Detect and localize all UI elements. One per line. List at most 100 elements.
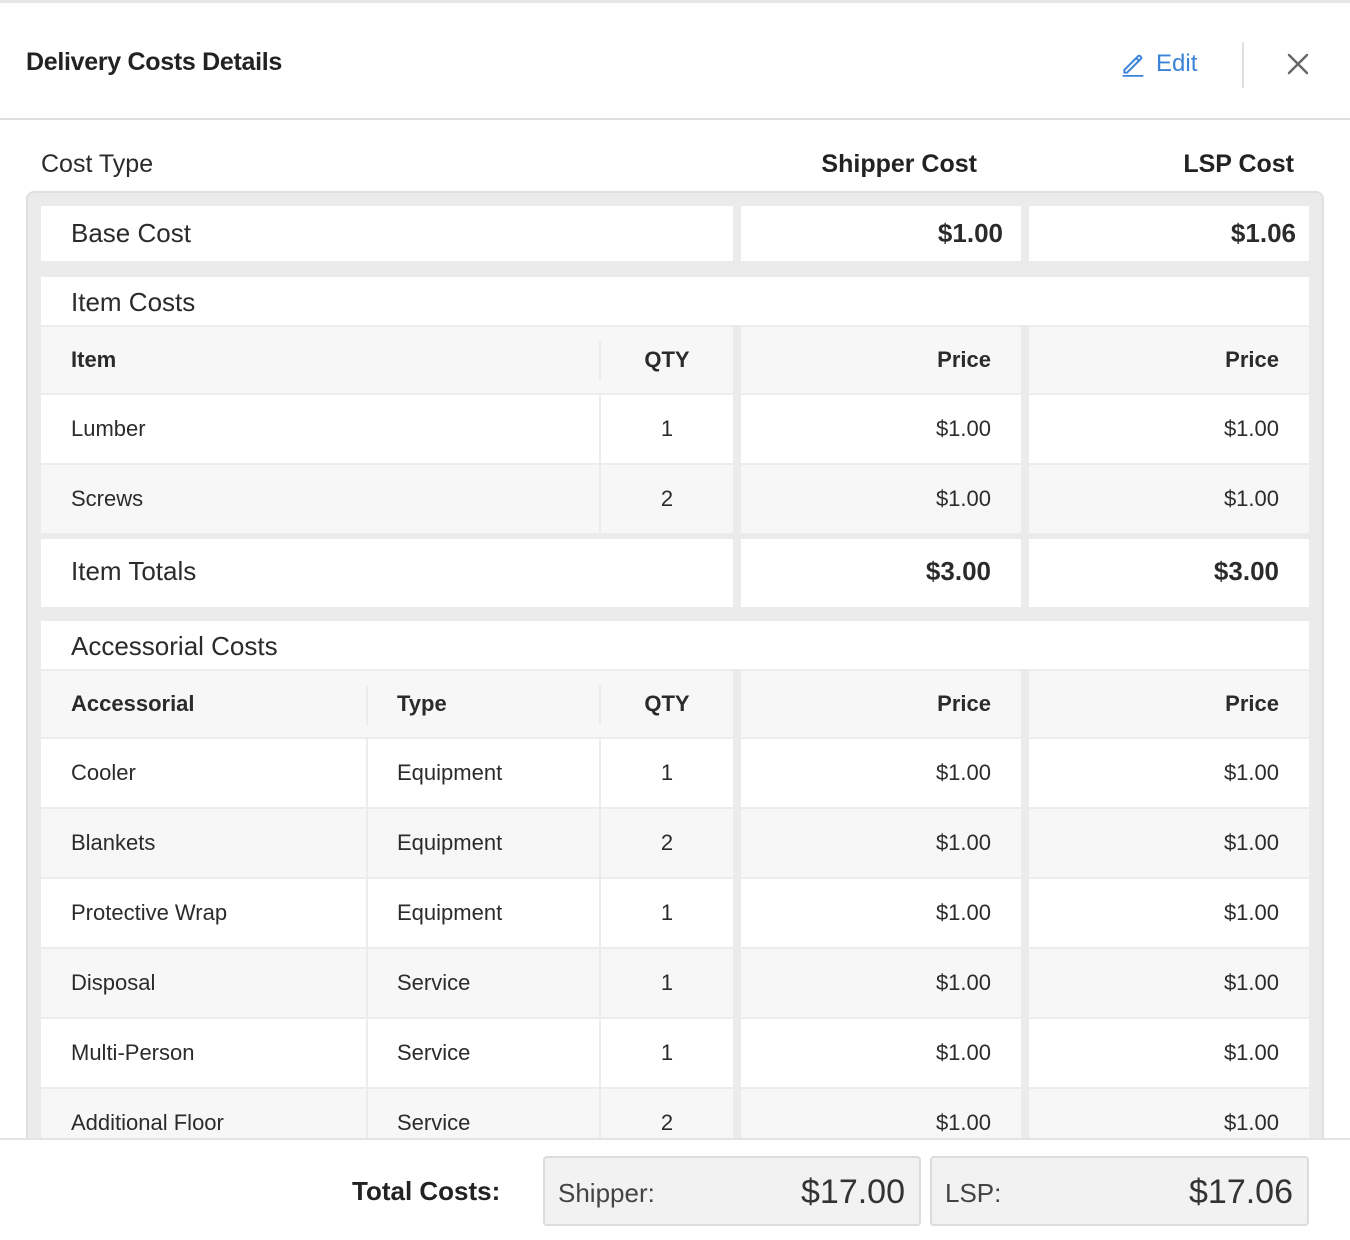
- accessorial-lsp-price: $1.00: [1223, 900, 1279, 925]
- totals-footer: Total Costs: Shipper: $17.00 LSP: $17.06: [0, 1138, 1350, 1240]
- accessorial-header: Accessorial: [71, 691, 195, 716]
- total-costs-label: Total Costs:: [352, 1176, 501, 1206]
- item-shipper-price: $1.00: [935, 416, 991, 441]
- base-cost-lsp-value: $1.06: [1230, 218, 1296, 248]
- lsp-cost-header: LSP Cost: [1183, 150, 1294, 178]
- cost-type-header: Cost Type: [41, 150, 154, 178]
- pencil-icon: [1122, 54, 1144, 77]
- item-totals-shipper: $3.00: [925, 555, 991, 586]
- item-costs-title: Item Costs: [71, 287, 196, 317]
- table-row: Lumber 1 $1.00 $1.00: [41, 395, 1309, 465]
- accessorial-type: Equipment: [397, 830, 503, 855]
- lsp-total-value: $17.06: [1189, 1173, 1293, 1211]
- table-row: Disposal Service 1 $1.00 $1.00: [41, 949, 1309, 1019]
- item-name: Lumber: [71, 416, 146, 441]
- column-gutter: [1021, 669, 1029, 1138]
- totals-divider: [41, 535, 1309, 539]
- type-header: Type: [397, 691, 447, 716]
- qty-header: QTY: [644, 347, 690, 372]
- table-row: Blankets Equipment 2 $1.00 $1.00: [41, 809, 1309, 879]
- base-cost-shipper-value: $1.00: [937, 218, 1003, 248]
- accessorial-shipper-price: $1.00: [935, 1040, 991, 1065]
- shipper-total-label: Shipper:: [558, 1178, 655, 1208]
- item-header: Item: [71, 347, 117, 372]
- column-divider: [366, 739, 368, 807]
- edit-button[interactable]: Edit: [1120, 46, 1197, 82]
- table-row: Protective Wrap Equipment 1 $1.00 $1.00: [41, 879, 1309, 949]
- base-cost-label: Base Cost: [71, 218, 191, 248]
- close-icon: [1287, 53, 1309, 75]
- accessorial-lsp-price: $1.00: [1223, 970, 1279, 995]
- shipper-cost-header: Shipper Cost: [821, 150, 977, 178]
- edit-label: Edit: [1156, 50, 1198, 77]
- column-divider: [366, 809, 368, 877]
- accessorial-type: Service: [397, 1040, 471, 1065]
- accessorial-name: Multi-Person: [71, 1040, 195, 1065]
- item-qty: 2: [660, 486, 674, 511]
- accessorial-costs-section: Accessorial Costs Accessorial Type QTY P…: [41, 621, 1309, 1138]
- item-name: Screws: [71, 486, 144, 511]
- accessorial-lsp-price: $1.00: [1223, 830, 1279, 855]
- accessorial-qty: 1: [660, 760, 674, 785]
- item-table-header: Item QTY Price Price: [41, 327, 1309, 395]
- accessorial-lsp-price: $1.00: [1223, 760, 1279, 785]
- table-row: Additional Floor Service 2 $1.00 $1.00: [41, 1089, 1309, 1138]
- accessorial-name: Blankets: [71, 830, 156, 855]
- shipper-price-header: Price: [937, 691, 991, 716]
- base-cost-shipper-cell: $1.00: [741, 206, 1021, 261]
- close-button[interactable]: [1283, 49, 1313, 79]
- column-gutter: [733, 327, 741, 607]
- accessorial-shipper-price: $1.00: [935, 830, 991, 855]
- accessorial-name: Cooler: [71, 760, 136, 785]
- delivery-costs-modal: Delivery Costs Details Edit Cost Type Sh…: [0, 0, 1350, 1240]
- column-divider: [366, 879, 368, 947]
- costs-scroll-panel[interactable]: Base Cost $1.00 $1.06 Item Costs Item QT…: [26, 191, 1324, 1138]
- shipper-total-box: Shipper: $17.00: [543, 1156, 921, 1226]
- item-lsp-price: $1.00: [1223, 416, 1279, 441]
- table-row: Cooler Equipment 1 $1.00 $1.00: [41, 739, 1309, 809]
- accessorial-table-header: Accessorial Type QTY Price Price: [41, 671, 1309, 739]
- accessorial-type: Service: [397, 970, 471, 995]
- item-totals-row: Item Totals $3.00 $3.00: [41, 537, 1309, 607]
- accessorial-type: Service: [397, 1110, 471, 1135]
- item-shipper-price: $1.00: [935, 486, 991, 511]
- accessorial-type: Equipment: [397, 900, 503, 925]
- accessorial-qty: 1: [660, 900, 674, 925]
- column-divider: [366, 949, 368, 1017]
- accessorial-name: Protective Wrap: [71, 900, 228, 925]
- accessorial-shipper-price: $1.00: [935, 900, 991, 925]
- base-cost-lsp-cell: $1.06: [1029, 206, 1309, 261]
- column-gutter: [1021, 327, 1029, 607]
- column-divider: [366, 1089, 368, 1138]
- accessorial-lsp-price: $1.00: [1223, 1110, 1279, 1135]
- accessorial-qty: 2: [660, 1110, 674, 1135]
- modal-header: Delivery Costs Details Edit: [0, 6, 1350, 120]
- table-row: Multi-Person Service 1 $1.00 $1.00: [41, 1019, 1309, 1089]
- item-totals-label: Item Totals: [71, 555, 197, 586]
- column-gutter: [733, 669, 741, 1138]
- accessorial-qty: 1: [660, 970, 674, 995]
- item-lsp-price: $1.00: [1223, 486, 1279, 511]
- lsp-total-box: LSP: $17.06: [930, 1156, 1309, 1226]
- item-totals-lsp: $3.00: [1213, 555, 1279, 586]
- accessorial-shipper-price: $1.00: [935, 1110, 991, 1135]
- accessorial-qty: 1: [660, 1040, 674, 1065]
- column-headers: Cost Type Shipper Cost LSP Cost: [0, 120, 1350, 192]
- lsp-price-header: Price: [1225, 691, 1279, 716]
- modal-title: Delivery Costs Details: [26, 48, 283, 76]
- shipper-total-value: $17.00: [801, 1173, 905, 1211]
- lsp-total-label: LSP:: [945, 1178, 1002, 1208]
- lsp-price-header: Price: [1225, 347, 1279, 372]
- accessorial-type: Equipment: [397, 760, 503, 785]
- item-costs-section: Item Costs Item QTY Price Price Lumber 1…: [41, 277, 1309, 607]
- accessorial-costs-title: Accessorial Costs: [71, 631, 278, 661]
- base-cost-label-cell: Base Cost: [41, 206, 733, 261]
- accessorial-name: Disposal: [71, 970, 156, 995]
- accessorial-name: Additional Floor: [71, 1110, 224, 1135]
- accessorial-shipper-price: $1.00: [935, 760, 991, 785]
- accessorial-qty: 2: [660, 830, 674, 855]
- header-divider: [1242, 42, 1244, 88]
- qty-header: QTY: [644, 691, 690, 716]
- accessorial-lsp-price: $1.00: [1223, 1040, 1279, 1065]
- accessorial-shipper-price: $1.00: [935, 970, 991, 995]
